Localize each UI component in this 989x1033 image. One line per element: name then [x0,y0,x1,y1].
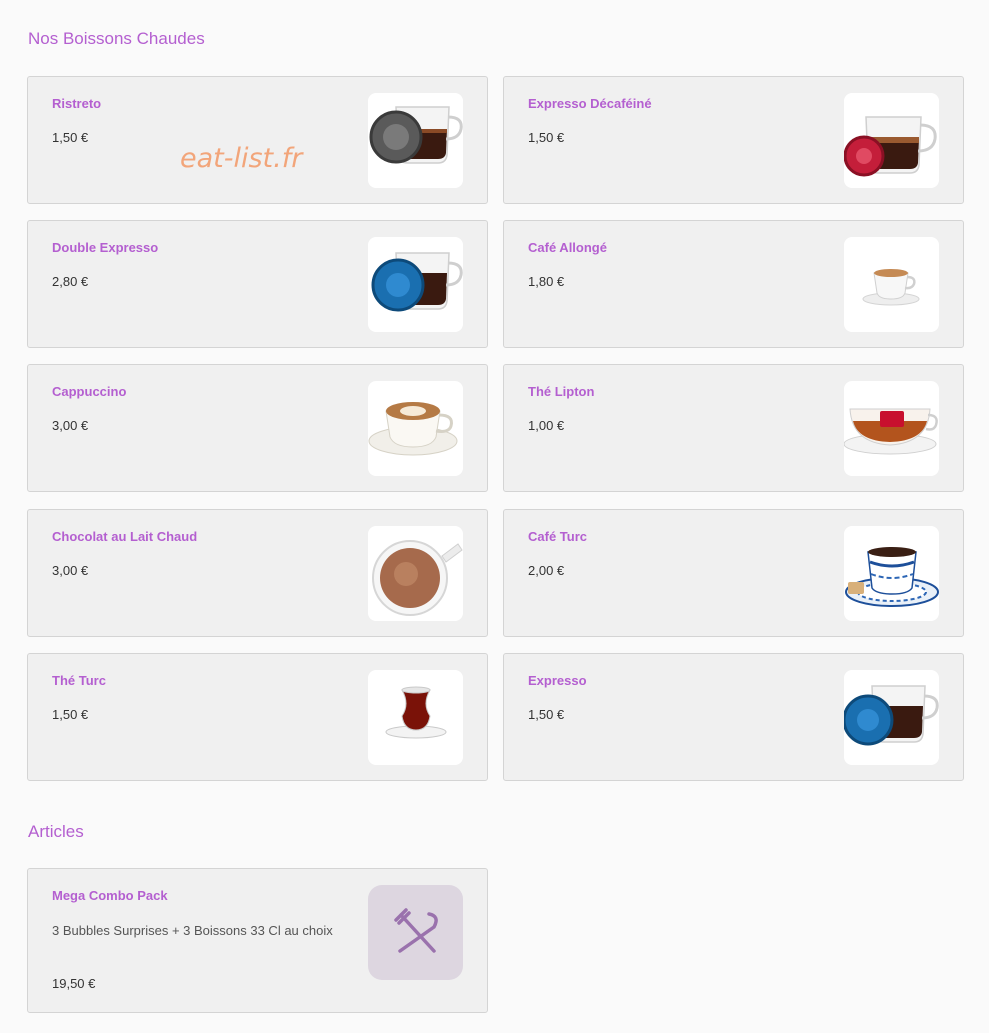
item-price: 2,00 € [528,563,565,578]
item-price: 3,00 € [52,563,89,578]
espresso-glass-icon [844,670,939,765]
tea-cup-icon [844,381,939,476]
item-name: Thé Lipton [528,384,595,399]
menu-item-card[interactable]: Chocolat au Lait Chaud 3,00 € [27,509,488,637]
item-name: Cappuccino [52,384,127,399]
menu-item-card[interactable]: Café Turc 2,00 € [503,509,964,637]
item-price: 1,50 € [52,707,89,722]
item-name: Double Expresso [52,240,159,255]
item-description: 3 Bubbles Surprises + 3 Boissons 33 Cl a… [52,923,333,938]
menu-item-card[interactable]: Thé Turc 1,50 € [27,653,488,781]
menu-item-card[interactable]: Expresso Décaféiné 1,50 € [503,76,964,204]
turkish-tea-glass-icon [368,670,463,765]
hot-chocolate-mug-icon [368,526,463,621]
espresso-glass-icon [368,237,463,332]
menu-item-card[interactable]: Thé Lipton 1,00 € [503,364,964,492]
coffee-cup-icon [844,237,939,332]
item-name: Chocolat au Lait Chaud [52,529,198,544]
espresso-glass-icon [844,93,939,188]
espresso-glass-icon [368,93,463,188]
item-name: Ristreto [52,96,102,111]
item-name: Expresso Décaféiné [528,96,652,111]
item-price: 1,50 € [52,130,89,145]
item-name: Mega Combo Pack [52,888,168,903]
section-title-hot-drinks: Nos Boissons Chaudes [28,29,205,48]
menu-item-card[interactable]: Expresso 1,50 € [503,653,964,781]
item-price: 2,80 € [52,274,89,289]
fork-knife-icon [368,885,463,980]
watermark: eat-list.fr [180,143,303,174]
article-card[interactable]: Mega Combo Pack 3 Bubbles Surprises + 3 … [27,868,488,1013]
item-name: Expresso [528,673,587,688]
cappuccino-cup-icon [368,381,463,476]
item-name: Café Allongé [528,240,607,255]
item-price: 19,50 € [52,976,96,991]
menu-item-card[interactable]: Ristreto 1,50 € [27,76,488,204]
turkish-coffee-cup-icon [844,526,939,621]
item-price: 1,80 € [528,274,565,289]
item-name: Thé Turc [52,673,106,688]
item-price: 1,50 € [528,130,565,145]
item-name: Café Turc [528,529,587,544]
menu-item-card[interactable]: Cappuccino 3,00 € [27,364,488,492]
item-price: 3,00 € [52,418,89,433]
menu-item-card[interactable]: Café Allongé 1,80 € [503,220,964,348]
menu-item-card[interactable]: Double Expresso 2,80 € [27,220,488,348]
section-title-articles: Articles [28,822,84,841]
item-price: 1,00 € [528,418,565,433]
item-price: 1,50 € [528,707,565,722]
